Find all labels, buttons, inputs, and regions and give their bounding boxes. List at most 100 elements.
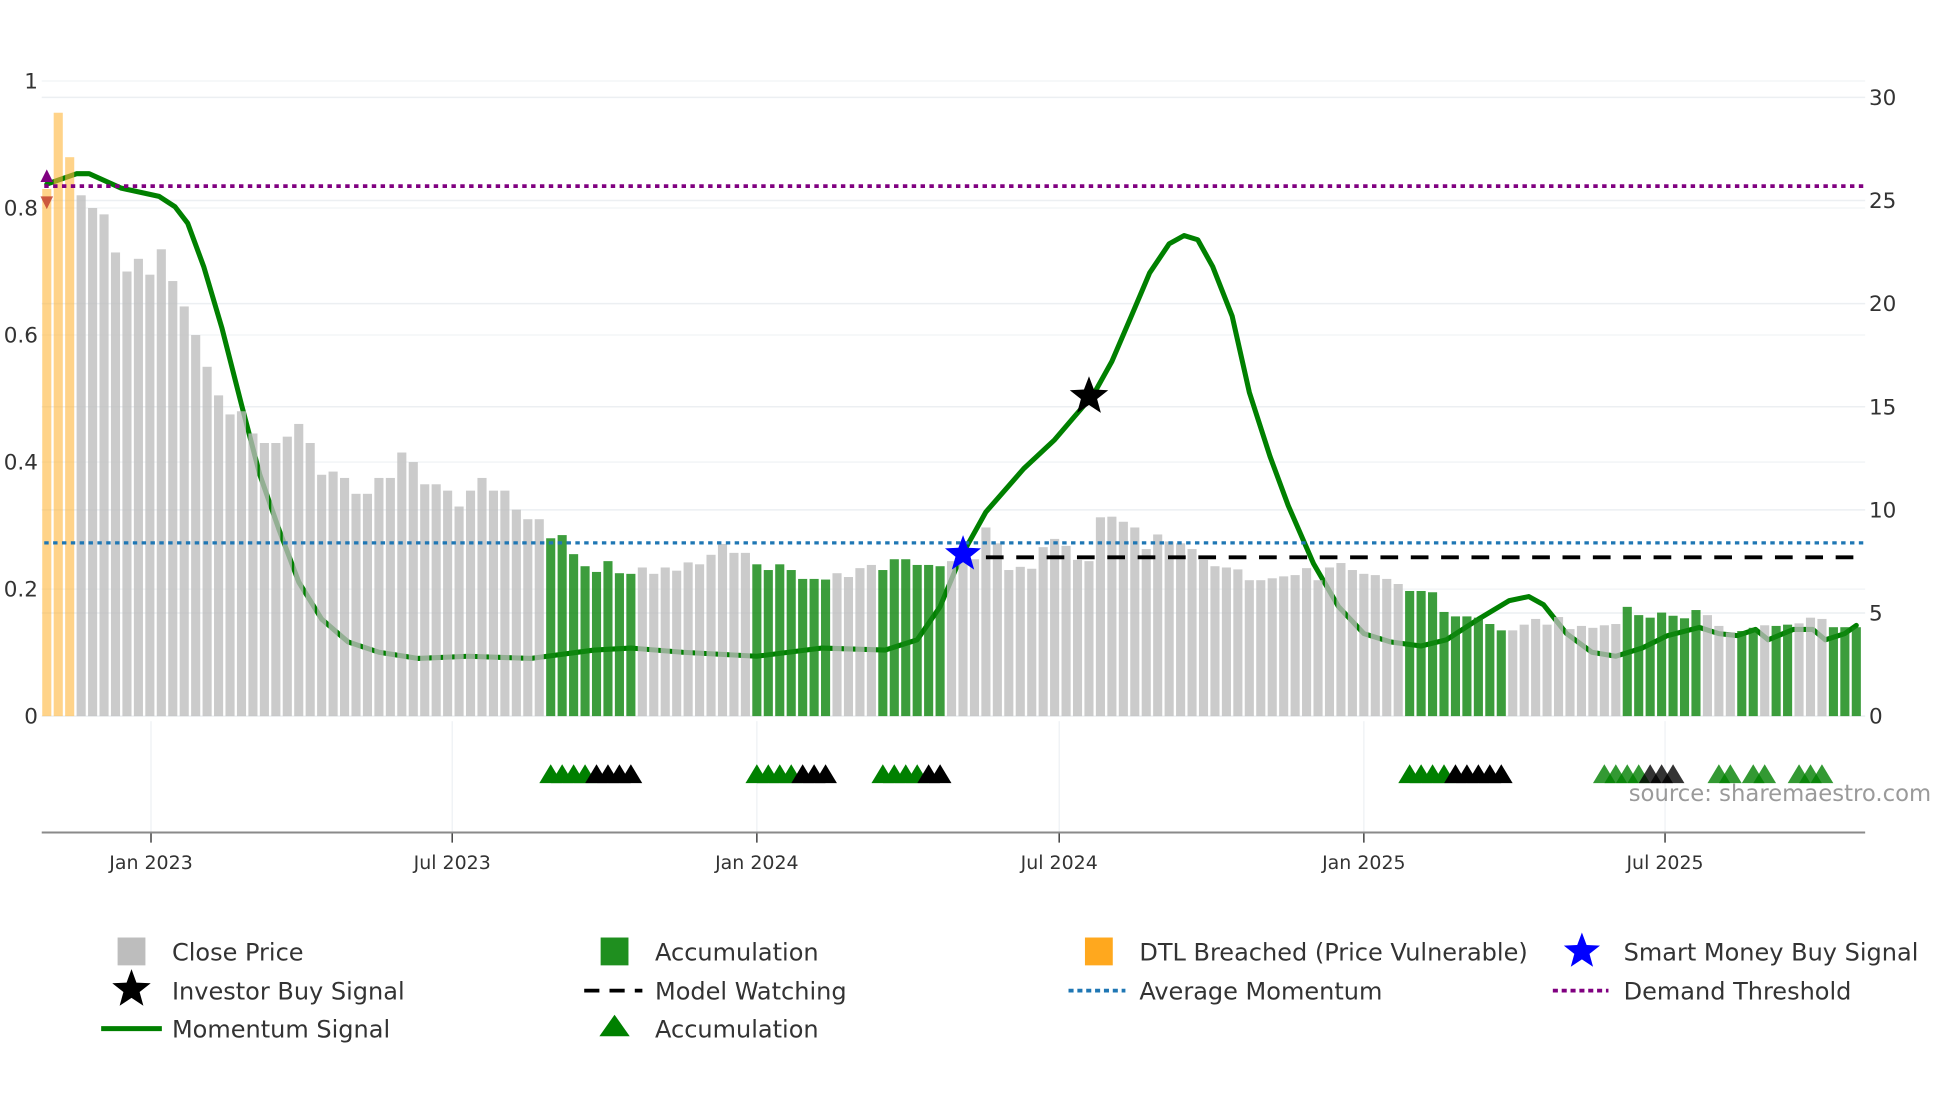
accumulation-bar [1668, 615, 1678, 717]
close-price-bar [1553, 617, 1564, 717]
close-price-bar [866, 564, 876, 717]
legend-label: Model Watching [655, 978, 847, 1006]
legend-item-demand-threshold: Demand Threshold [1552, 978, 1851, 1006]
legend-item-close-price: Close Price [117, 937, 304, 966]
left-tick-label: 0.6 [4, 324, 38, 349]
close-price-bar [454, 506, 464, 717]
black-star-icon [112, 969, 151, 1006]
close-price-bar [236, 411, 247, 717]
accumulation-bar [591, 571, 602, 717]
accumulation-bar [580, 566, 590, 717]
accumulation-bar [1840, 627, 1850, 717]
close-price-bar [1095, 517, 1105, 717]
accumulation-bar [775, 564, 785, 717]
accumulation-bar [935, 566, 945, 717]
close-price-bar [946, 561, 957, 717]
close-price-bar [1164, 541, 1174, 717]
close-price-bar [1153, 534, 1163, 717]
x-tick-label: Jul 2025 [1625, 852, 1703, 874]
close-price-bar [1393, 584, 1403, 717]
x-tick-label: Jan 2025 [1321, 852, 1406, 874]
close-price-bar [855, 568, 865, 717]
close-price-bar [1141, 549, 1151, 717]
dtl-breached-bar [65, 157, 75, 717]
close-price-bar [729, 552, 739, 717]
close-price-bar [465, 490, 476, 717]
close-price-bar [145, 274, 155, 717]
close-price-bar [99, 214, 109, 717]
accumulation-bar [569, 554, 579, 717]
close-price-bar [191, 335, 201, 717]
right-tick-label: 10 [1869, 498, 1896, 523]
close-price-bar [660, 567, 670, 717]
close-price-bar [500, 490, 510, 717]
accumulation-bar [1645, 617, 1655, 717]
close-price-swatch-icon [117, 937, 146, 966]
accumulation-swatch-icon [600, 937, 629, 966]
close-price-bar [431, 484, 441, 717]
accumulation-bar [614, 573, 624, 717]
accumulation-bar [1657, 612, 1667, 717]
close-price-bar [477, 477, 487, 717]
close-price-bar [420, 484, 430, 717]
accumulation-bar [1622, 606, 1632, 717]
close-price-bar [511, 509, 521, 717]
right-tick-label: 0 [1869, 705, 1883, 730]
close-price-bar [1244, 580, 1254, 717]
accumulation-bar [1485, 624, 1495, 717]
legend-item-dtl-breached: DTL Breached (Price Vulnerable) [1084, 937, 1528, 966]
accumulation-bar [752, 564, 762, 717]
accumulation-bar [901, 559, 911, 717]
accumulation-bar [798, 578, 808, 717]
accumulation-bar [1828, 627, 1838, 717]
accumulation-bar [912, 564, 922, 717]
right-tick-label: 15 [1869, 395, 1896, 420]
close-price-bar [672, 570, 682, 717]
legend-label: Average Momentum [1139, 978, 1382, 1006]
close-price-bar [1760, 625, 1770, 717]
close-price-bar [110, 252, 121, 717]
close-price-bar [534, 519, 544, 717]
close-price-bar [1817, 618, 1827, 717]
close-price-bar [637, 567, 647, 717]
green-triangle-icon [599, 1014, 630, 1037]
close-price-bar [374, 477, 384, 717]
legend-label: Smart Money Buy Signal [1624, 938, 1919, 966]
close-price-bar [1324, 567, 1335, 717]
accumulation-bar [1679, 618, 1690, 717]
close-price-bar [1576, 625, 1586, 717]
close-price-bar [88, 208, 98, 717]
close-price-bar [1118, 521, 1128, 717]
accumulation-bar [878, 570, 888, 717]
close-price-bar [1519, 624, 1529, 717]
accumulation-bar [889, 559, 899, 717]
accumulation-bar [546, 538, 556, 717]
close-price-bar [1050, 538, 1060, 717]
close-price-bar [1210, 566, 1220, 717]
close-price-bars [42, 112, 1861, 717]
close-price-bar [1531, 618, 1541, 717]
legend-label: Investor Buy Signal [172, 978, 405, 1006]
gridlines [41, 80, 1866, 833]
dtl-breached-bar [42, 188, 52, 717]
close-price-bar [1702, 615, 1712, 717]
close-price-bar [328, 471, 338, 717]
close-price-bar [1072, 559, 1083, 717]
accumulation-bar [821, 579, 831, 717]
dtl-breached-swatch-icon [1084, 937, 1113, 966]
accumulation-bar [1450, 616, 1461, 717]
close-price-bar [1015, 566, 1025, 717]
close-price-bar [1233, 569, 1243, 717]
accumulation-bar [809, 578, 819, 717]
close-price-bar [282, 436, 292, 717]
close-price-bar [1027, 568, 1037, 717]
legend-label: DTL Breached (Price Vulnerable) [1139, 938, 1527, 966]
legend-item-average-momentum: Average Momentum [1068, 978, 1382, 1006]
left-tick-label: 1 [24, 70, 38, 95]
close-price-bar [443, 490, 453, 717]
close-price-bar [1198, 559, 1209, 717]
x-tick-label: Jan 2024 [714, 852, 799, 874]
left-tick-label: 0 [24, 705, 38, 730]
accumulation-bar [1428, 592, 1438, 717]
close-price-bar [717, 543, 728, 717]
